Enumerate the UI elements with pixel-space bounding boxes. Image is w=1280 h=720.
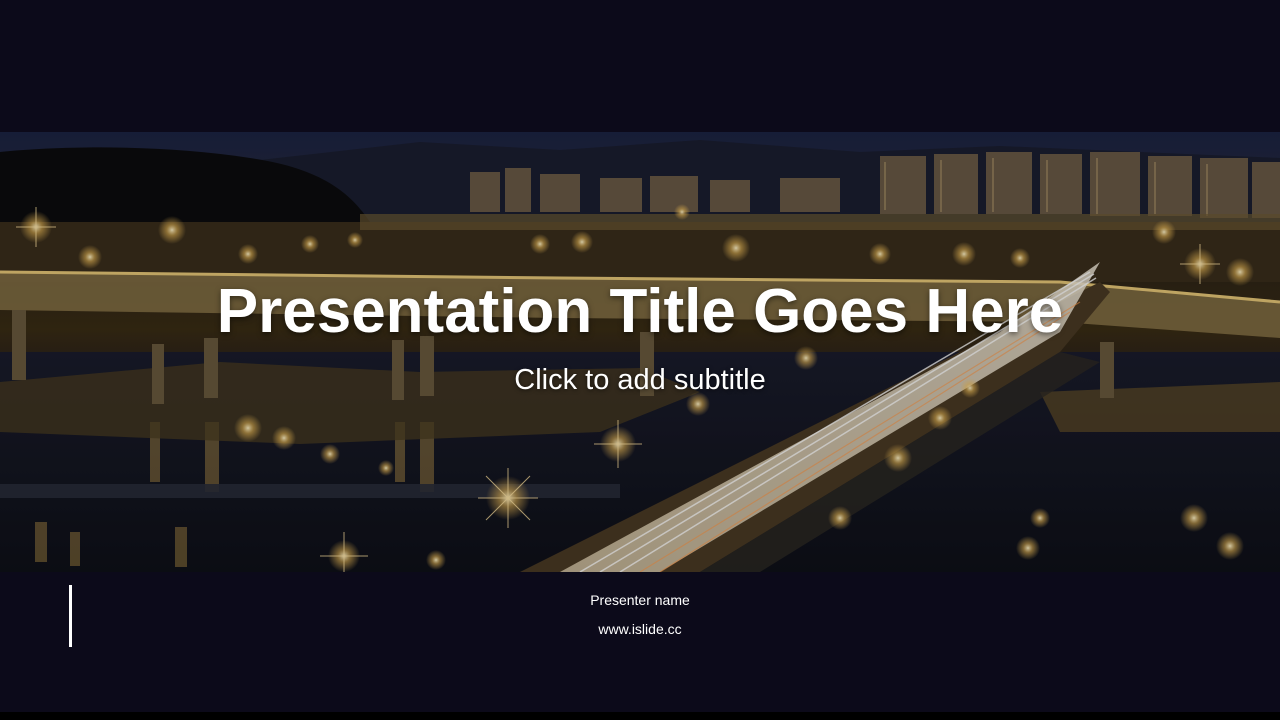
city-night-scene [0, 132, 1280, 572]
presentation-title[interactable]: Presentation Title Goes Here [0, 276, 1280, 348]
presenter-name[interactable]: Presenter name [0, 590, 1280, 610]
subtitle-placeholder[interactable]: Click to add subtitle [0, 362, 1280, 398]
website-text[interactable]: www.islide.cc [0, 619, 1280, 639]
city-night-bridge-image [0, 132, 1280, 572]
bottom-edge [0, 712, 1280, 720]
slide: Presentation Title Goes Here Click to ad… [0, 0, 1280, 712]
